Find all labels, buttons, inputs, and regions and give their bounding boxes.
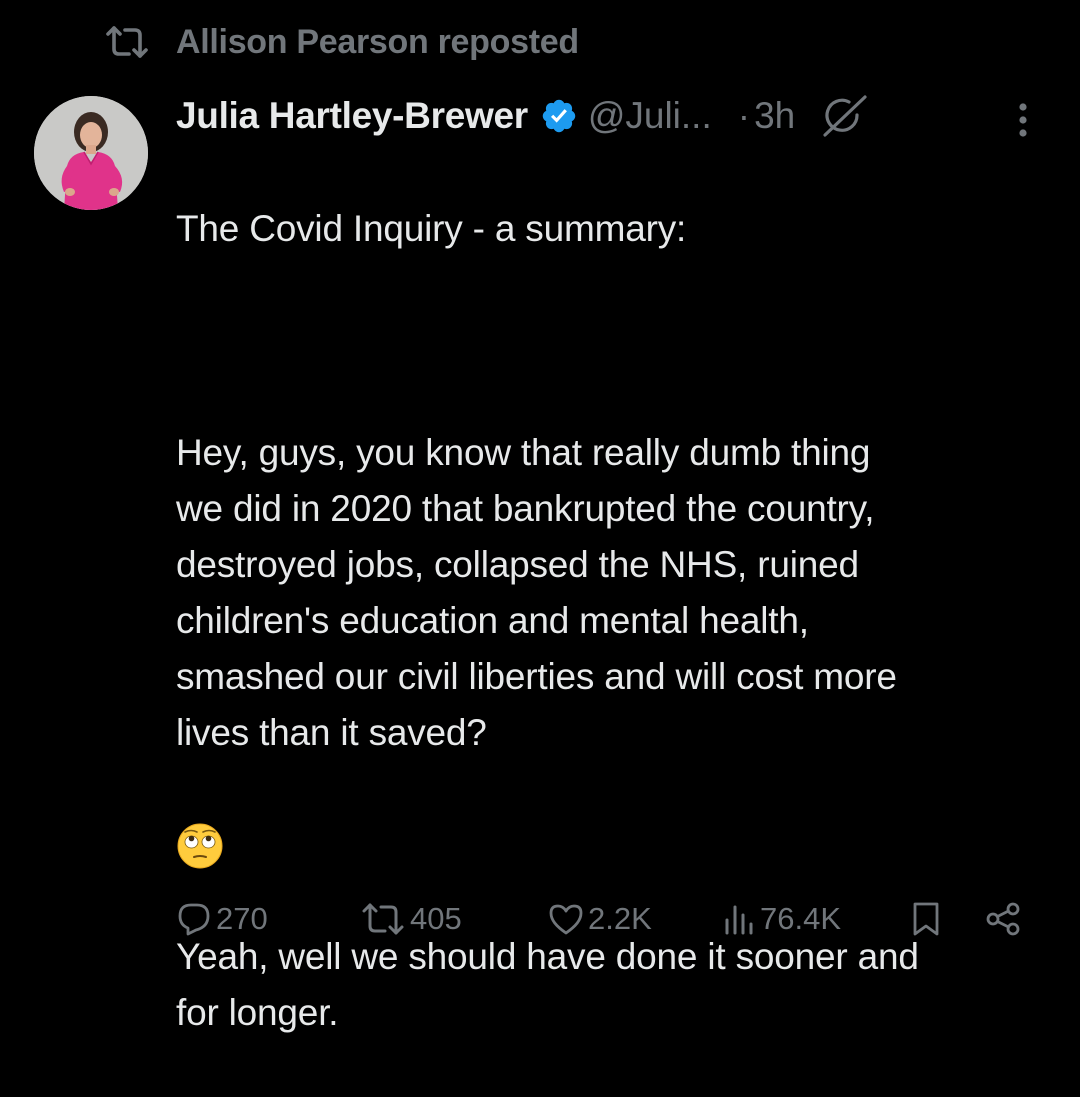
like-count: 2.2K (588, 901, 652, 936)
timestamp[interactable]: 3h (754, 95, 795, 137)
more-options-icon[interactable] (1012, 100, 1034, 140)
views-chart-icon (725, 905, 753, 935)
heart-icon (549, 904, 583, 935)
repost-button[interactable]: 405 (360, 894, 462, 944)
meta-separator: · (737, 95, 751, 136)
verified-badge-icon[interactable] (540, 97, 578, 135)
author-name[interactable]: Julia Hartley-Brewer (176, 95, 528, 137)
like-button[interactable]: 2.2K (548, 894, 652, 944)
tweet-line-1: The Covid Inquiry - a summary: (176, 208, 687, 249)
grok-icon[interactable] (819, 93, 871, 139)
reply-icon (178, 903, 210, 936)
eye-roll-emoji-icon (177, 823, 223, 869)
repost-label[interactable]: Allison Pearson reposted (176, 23, 579, 62)
bookmark-button[interactable] (910, 894, 942, 944)
tweet-actions: 270 405 2.2K 76.4K (176, 894, 1046, 944)
share-button[interactable] (984, 894, 1022, 944)
views-count: 76.4K (760, 901, 842, 936)
tweet-text: The Covid Inquiry - a summary: Hey, guys… (176, 145, 1056, 1097)
bookmark-icon (913, 902, 939, 936)
repost-icon (106, 26, 148, 58)
tweet-paragraph-3: Yeah, well we should have done it sooner… (176, 936, 919, 1033)
author-handle[interactable]: @Juli... (588, 95, 712, 137)
repost-action-icon (362, 903, 404, 935)
reply-count: 270 (216, 901, 268, 936)
avatar-image (34, 96, 148, 210)
tweet-paragraph-2: Hey, guys, you know that really dumb thi… (176, 432, 897, 753)
avatar[interactable] (34, 96, 148, 210)
repost-count: 405 (410, 901, 462, 936)
views-button[interactable]: 76.4K (722, 894, 841, 944)
tweet-header: Julia Hartley-Brewer @Juli... · 3h (176, 92, 1040, 140)
reply-button[interactable]: 270 (176, 894, 268, 944)
share-icon (986, 902, 1020, 936)
repost-context[interactable]: Allison Pearson reposted (104, 22, 579, 62)
